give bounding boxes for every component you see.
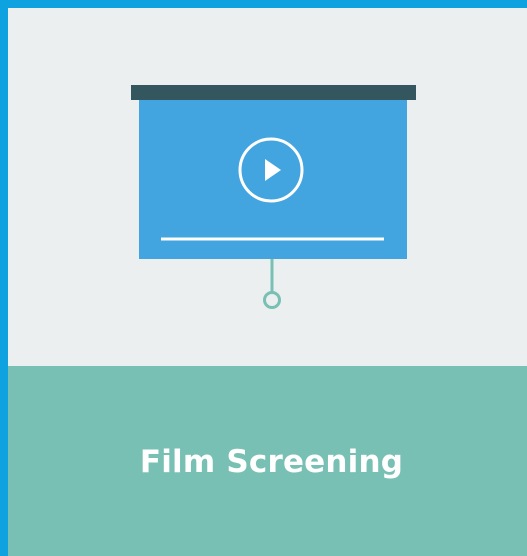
card-illustration xyxy=(8,8,527,366)
card-caption: Film Screening xyxy=(8,366,527,556)
film-screening-card[interactable]: Film Screening xyxy=(0,0,527,556)
pull-cord-ring xyxy=(263,291,281,309)
projection-screen xyxy=(139,100,407,259)
card-title: Film Screening xyxy=(139,444,404,480)
screen-roller-bar xyxy=(131,85,416,100)
projector-screen-icon xyxy=(131,85,416,309)
